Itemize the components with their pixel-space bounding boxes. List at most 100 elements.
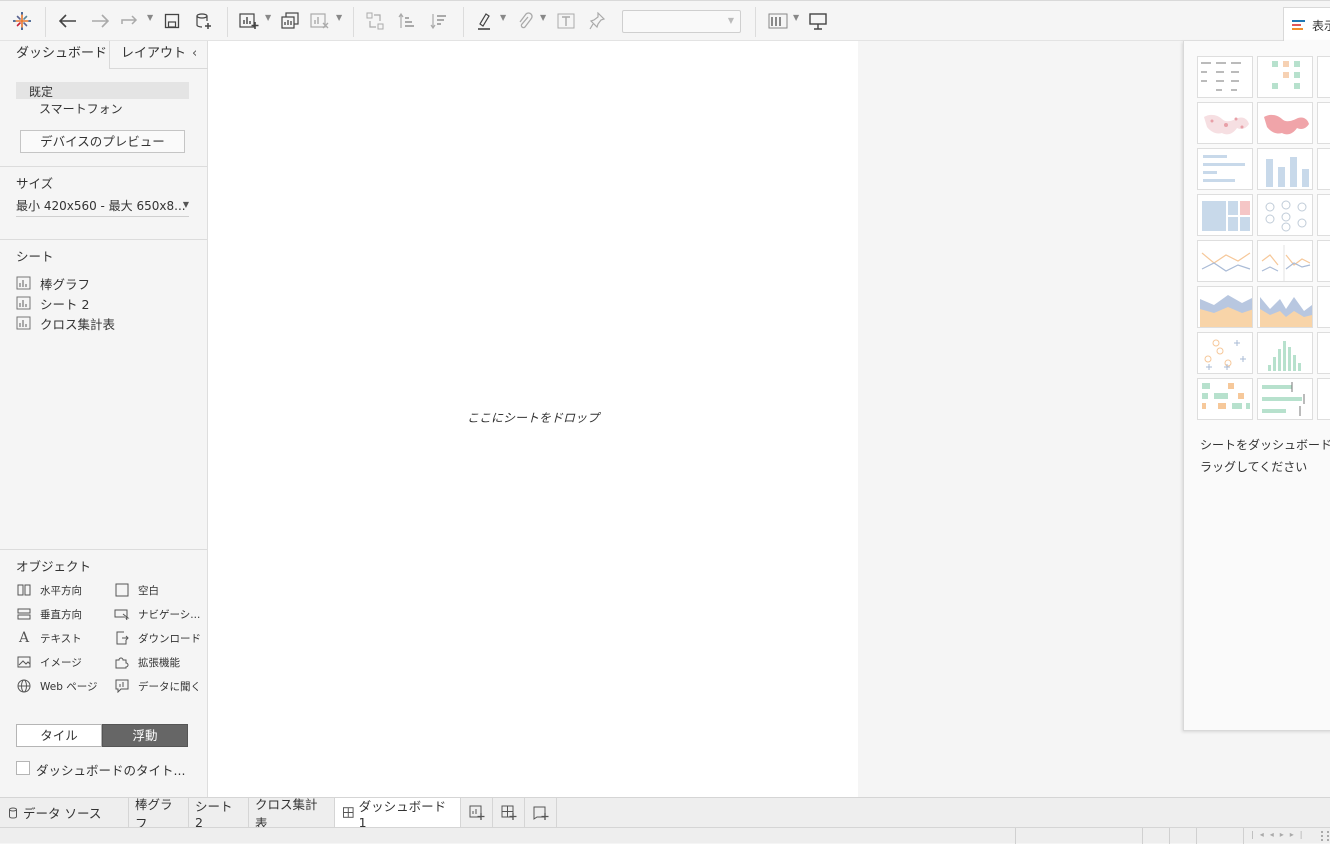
sheet-label: クロス集計表: [40, 316, 116, 332]
object-label: Web ページ: [40, 680, 98, 693]
tab-sheet2[interactable]: シート 2: [189, 798, 249, 830]
show-cards-dropdown-icon[interactable]: ▼: [793, 13, 799, 22]
new-story-icon: [533, 806, 548, 820]
sheet-navigation-arrows[interactable]: |◂◂▸▸|: [1251, 830, 1308, 839]
floating-toggle[interactable]: 浮動: [102, 724, 188, 747]
presentation-mode-icon[interactable]: [807, 9, 829, 33]
chart-type-filled-map: [1257, 102, 1313, 144]
sheet-item-crosstab[interactable]: クロス集計表: [16, 314, 115, 332]
sort-descending-icon: [428, 9, 450, 33]
save-icon[interactable]: [161, 9, 183, 33]
tab-bar-chart[interactable]: 棒グラフ: [129, 797, 189, 831]
object-text[interactable]: A テキスト: [15, 629, 82, 647]
text-object-icon: A: [18, 630, 30, 646]
tab-label: データ ソース: [23, 806, 102, 821]
ask-data-icon: [113, 679, 131, 693]
object-label: 垂直方向: [40, 608, 82, 621]
sheet-item-sheet2[interactable]: シート 2: [16, 294, 89, 312]
chart-type-packed-bubbles: [1317, 378, 1330, 420]
tiled-toggle[interactable]: タイル: [16, 724, 102, 747]
object-label: 空白: [138, 584, 159, 597]
object-extension[interactable]: 拡張機能: [113, 653, 180, 671]
tab-crosstab[interactable]: クロス集計表: [249, 797, 335, 831]
new-worksheet-icon[interactable]: [237, 9, 261, 33]
show-cards-icon[interactable]: [767, 9, 789, 33]
chart-type-histogram: [1257, 332, 1313, 374]
collapse-panel-icon[interactable]: ‹: [192, 46, 197, 61]
drop-sheet-message: ここにシートをドロップ: [466, 411, 599, 425]
pin-icon: [586, 9, 608, 33]
object-vertical[interactable]: 垂直方向: [15, 605, 82, 623]
object-webpage[interactable]: Web ページ: [15, 677, 98, 695]
horizontal-container-icon: [15, 583, 33, 597]
size-value: 最小 420x560 - 最大 650x8...: [16, 199, 186, 213]
navigation-icon: [113, 607, 131, 621]
highlight-pen-icon[interactable]: [474, 9, 496, 33]
sheet-item-bar-chart[interactable]: 棒グラフ: [16, 274, 90, 292]
chart-type-side-by-side-circles: [1317, 194, 1330, 236]
chart-type-area-discrete: [1257, 286, 1313, 328]
showme-hint-line1: シートをダッシュボード: [1200, 438, 1330, 452]
tab-data-source[interactable]: データ ソース: [0, 798, 129, 827]
new-dashboard-tab-button[interactable]: [493, 798, 525, 827]
device-preview-button[interactable]: デバイスのプレビュー: [20, 130, 185, 153]
object-label: ダウンロード: [138, 632, 201, 645]
tab-layout[interactable]: レイアウト: [121, 41, 191, 69]
object-label: 拡張機能: [138, 656, 180, 669]
toolbar: ▼ ▼ ▼ ▼ ▼ ▼ ▼ 表: [0, 0, 1330, 43]
duplicate-sheet-icon[interactable]: [279, 9, 301, 33]
chart-type-horizontal-bars: [1197, 148, 1253, 190]
device-default[interactable]: 既定: [29, 83, 53, 100]
clear-sheet-icon: [309, 9, 331, 33]
tableau-logo-icon[interactable]: [10, 9, 34, 33]
device-phone[interactable]: スマートフォン: [39, 100, 123, 117]
chart-type-text-table: [1197, 56, 1253, 98]
object-label: 水平方向: [40, 584, 82, 597]
showme-tab-label: 表示: [1312, 19, 1330, 33]
chart-type-side-by-side-bars: [1317, 148, 1330, 190]
tab-label: シート 2: [195, 798, 233, 830]
object-ask-data[interactable]: データに聞く: [113, 677, 201, 695]
showme-hint: シートをダッシュボード ラッグしてください: [1200, 434, 1330, 478]
dashboard-grid-icon: [343, 807, 354, 818]
object-download[interactable]: ダウンロード: [113, 629, 201, 647]
chart-type-heat-map: [1257, 56, 1313, 98]
tab-dashboard1[interactable]: ダッシュボード 1: [335, 798, 461, 830]
object-image[interactable]: イメージ: [15, 653, 82, 671]
new-datasource-icon[interactable]: [193, 9, 215, 33]
new-worksheet-dropdown-icon[interactable]: ▼: [265, 13, 271, 22]
chart-type-discrete-lines: [1257, 240, 1313, 282]
showme-tab[interactable]: 表示: [1283, 7, 1330, 43]
grid-view-icon[interactable]: [1321, 831, 1329, 841]
object-label: イメージ: [40, 656, 82, 669]
dashboard-canvas[interactable]: ここにシートをドロップ: [208, 41, 858, 797]
sheet-tab-bar: データ ソース 棒グラフ シート 2 クロス集計表 ダッシュボード 1: [0, 797, 1330, 831]
size-dropdown[interactable]: 最小 420x560 - 最大 650x8... ▼: [16, 197, 189, 217]
back-arrow-icon[interactable]: [57, 9, 79, 33]
object-navigation[interactable]: ナビゲーシ...: [113, 605, 200, 623]
new-worksheet-tab-button[interactable]: [461, 798, 493, 827]
forward-arrow-icon: [89, 9, 111, 33]
chart-type-dual-combination: [1317, 286, 1330, 328]
panel-tabs: ダッシュボード レイアウト ‹: [0, 41, 208, 69]
object-horizontal[interactable]: 水平方向: [15, 581, 82, 599]
object-label: テキスト: [40, 632, 82, 645]
tab-dashboard[interactable]: ダッシュボード: [0, 41, 110, 69]
worksheet-icon: [16, 276, 31, 290]
chart-type-highlight-table: [1317, 56, 1330, 98]
chart-type-stacked-bars: [1257, 148, 1313, 190]
chart-type-gantt: [1197, 378, 1253, 420]
highlight-dropdown-icon[interactable]: ▼: [500, 13, 506, 22]
redo-dropdown-icon: ▼: [147, 13, 154, 22]
dashboard-panel: ダッシュボード レイアウト ‹ 既定 スマートフォン デバイスのプレビュー サイ…: [0, 41, 208, 797]
tab-label: クロス集計表: [255, 796, 318, 831]
new-story-tab-button[interactable]: [525, 798, 557, 827]
object-blank[interactable]: 空白: [113, 581, 159, 599]
show-title-checkbox[interactable]: [16, 761, 30, 775]
status-bar: |◂◂▸▸|: [0, 827, 1330, 844]
tab-label: ダッシュボード 1: [358, 798, 447, 830]
object-label: データに聞く: [138, 680, 201, 693]
paperclip-icon: [514, 9, 536, 33]
image-icon: [15, 655, 33, 669]
chart-type-scatter: [1197, 332, 1253, 374]
